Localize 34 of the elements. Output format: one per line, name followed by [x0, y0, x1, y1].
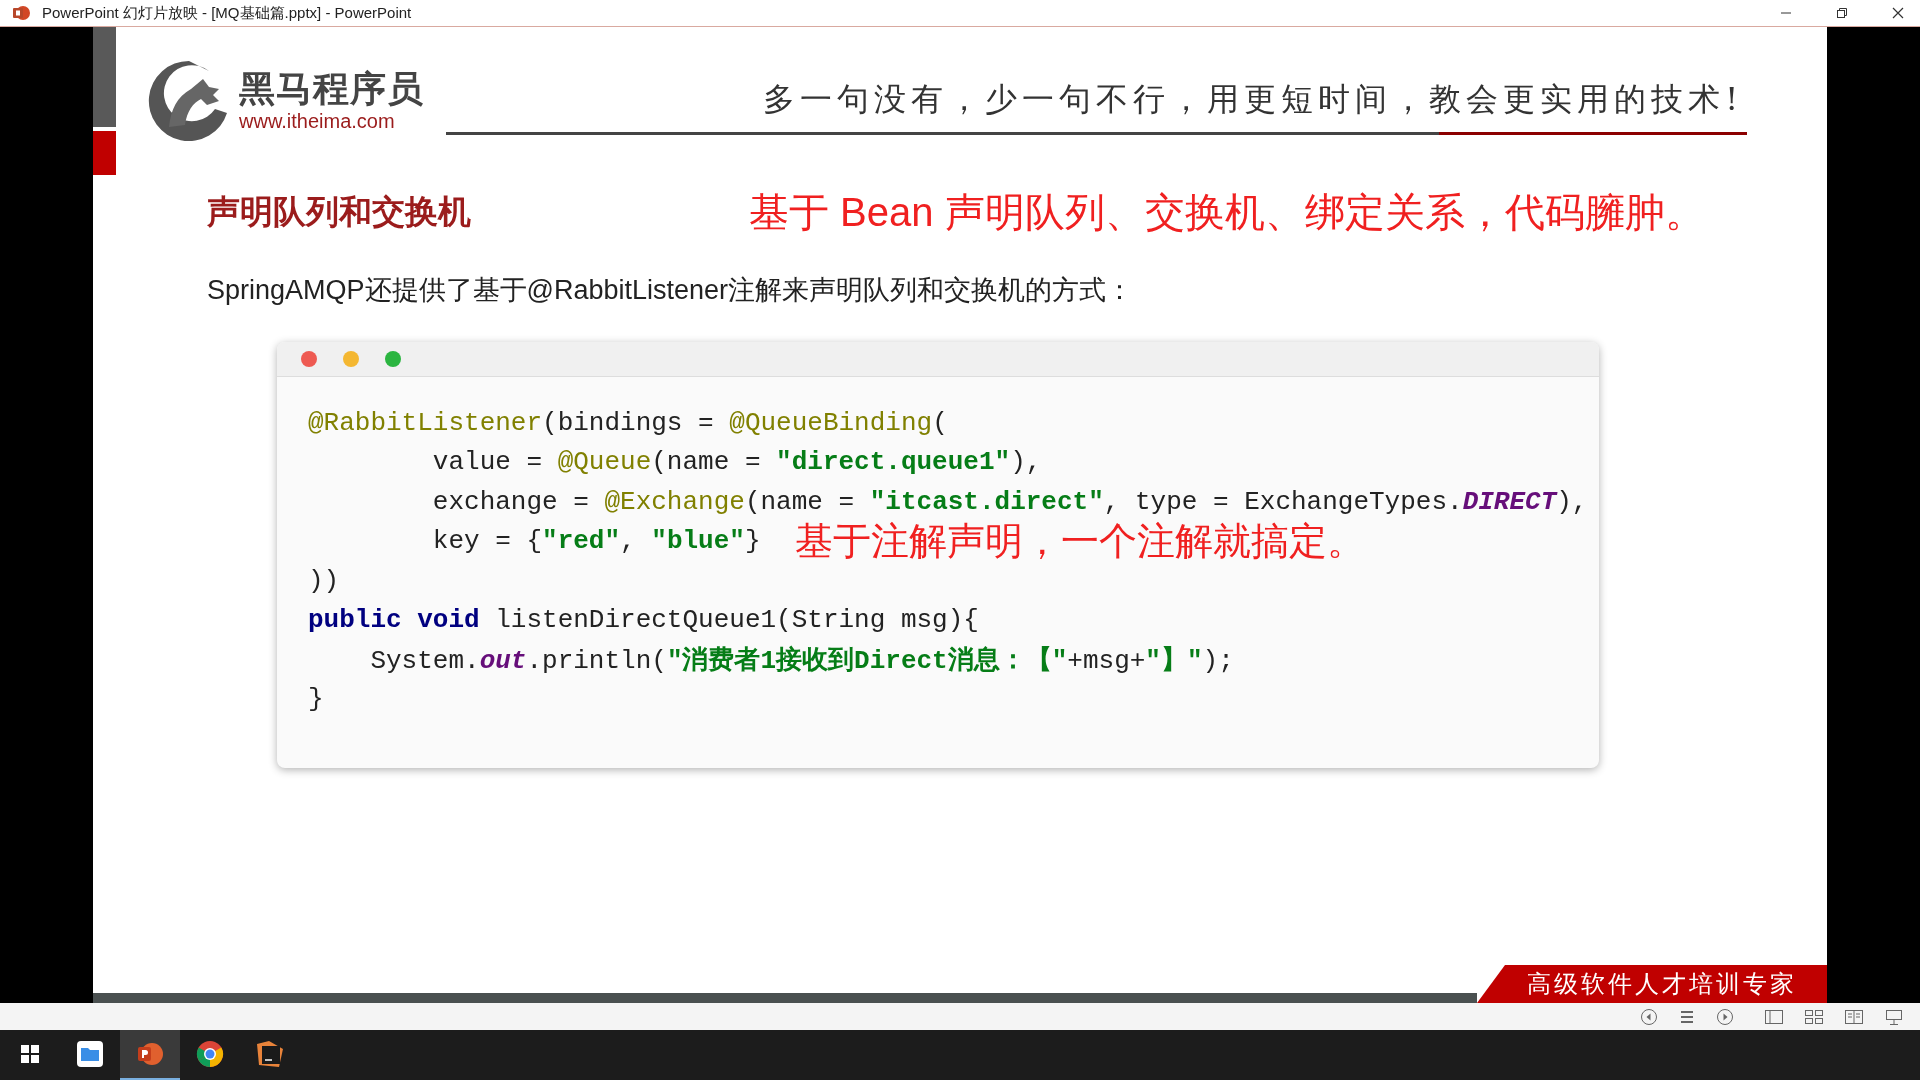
window-title: PowerPoint 幻灯片放映 - [MQ基础篇.pptx] - PowerPoint	[42, 3, 412, 23]
code-line: ))	[308, 565, 340, 596]
window-dot-icon	[301, 351, 317, 367]
next-icon[interactable]	[1716, 1007, 1734, 1026]
brand-name: 黑马程序员	[239, 69, 424, 109]
slide-sorter-icon[interactable]	[1804, 1007, 1824, 1026]
normal-view-icon[interactable]	[1764, 1007, 1784, 1026]
slide-heading: 声明队列和交换机	[207, 192, 472, 232]
accent-bar	[93, 131, 116, 175]
annotation-text: 基于 Bean 声明队列、交换机、绑定关系，代码臃肿。	[749, 189, 1705, 236]
window-dot-icon	[385, 351, 401, 367]
code-line: @RabbitListener(bindings = @QueueBinding(	[308, 407, 948, 438]
code-line: key = {"red", "blue"}	[431, 526, 761, 557]
reading-view-icon[interactable]	[1844, 1007, 1864, 1026]
intro-text: SpringAMQP还提供了基于@RabbitListener注解来声明队列和交换机的方式：	[207, 274, 1135, 307]
previous-icon	[1641, 1008, 1657, 1025]
slogan-text: 多一句没有，少一句不行，用更短时间，教会更实用的技术!	[763, 79, 1744, 120]
banner-text: 高级软件人才培训专家	[1526, 969, 1797, 1000]
restore-icon[interactable]	[1836, 7, 1848, 19]
code-line: value = @Queue(name = "direct.queue1"),	[431, 447, 1042, 478]
slideshow-icon[interactable]	[1884, 1007, 1904, 1026]
brand-url: www.itheima.com	[239, 109, 396, 133]
window-dot-icon	[343, 351, 359, 367]
code-line: public void listenDirectQueue1(String msg){	[308, 605, 979, 636]
code-line: exchange = @Exchange(name = "itcast.direct", type = ExchangeTypes.DIRECT),	[431, 486, 1588, 517]
annotation-text: 基于注解声明，一个注解就搞定。	[794, 518, 1365, 564]
previous-icon[interactable]	[1640, 1007, 1658, 1026]
app-icon	[12, 4, 30, 22]
code-line: }	[308, 684, 324, 715]
code-editor-icon	[254, 1038, 286, 1070]
folder-icon	[74, 1038, 106, 1070]
close-icon[interactable]	[1892, 7, 1904, 19]
browser-icon	[194, 1038, 226, 1070]
code-line: System.out.println("消费者1接收到Direct消息：【"+msg+"】");	[369, 644, 1234, 678]
